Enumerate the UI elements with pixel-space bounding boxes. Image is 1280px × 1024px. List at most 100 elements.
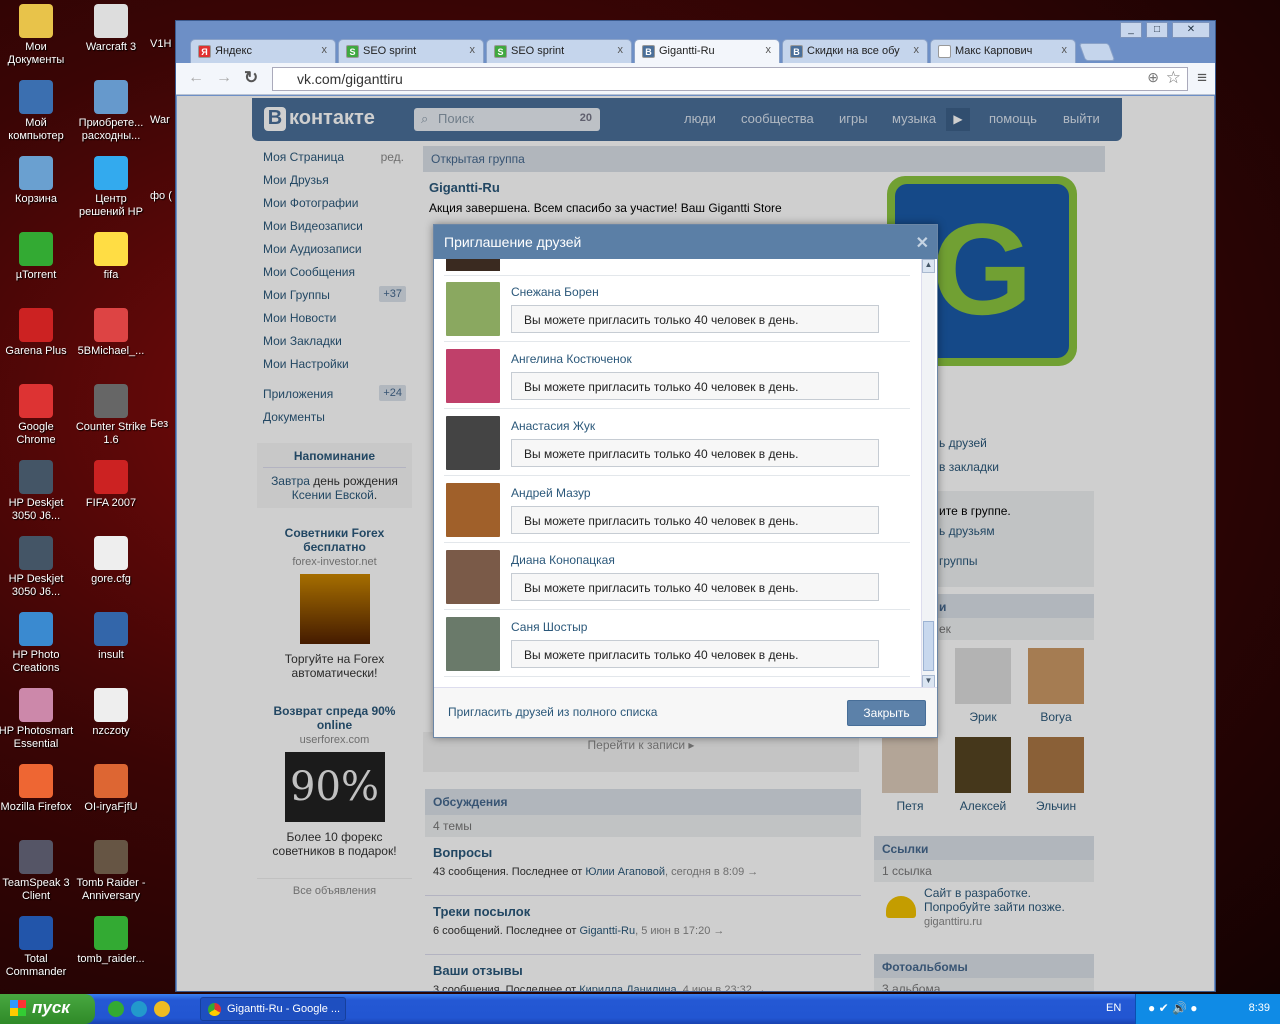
- app-icon: [19, 4, 53, 38]
- friend-name[interactable]: Ангелина Костюченок: [511, 352, 632, 366]
- tab-label: Gigantti-Ru: [659, 45, 715, 57]
- dialog-title: Приглашение друзей: [444, 234, 582, 250]
- app-icon: [94, 460, 128, 494]
- close-tab-icon[interactable]: x: [322, 44, 328, 56]
- app-icon: [94, 536, 128, 570]
- friend-name[interactable]: Саня Шостыр: [511, 620, 587, 634]
- url-text: vk.com/giganttiru: [297, 71, 403, 87]
- desktop-icon-label: Мой компьютер: [8, 117, 64, 142]
- k-quicklaunch-icon[interactable]: [131, 1001, 147, 1017]
- app-icon: [94, 840, 128, 874]
- app-icon: [19, 80, 53, 114]
- app-icon: [19, 536, 53, 570]
- desktop-icon[interactable]: Mozilla Firefox: [0, 764, 74, 814]
- desktop-icon[interactable]: Tomb Raider - Anniversary: [73, 840, 149, 903]
- desktop-icon[interactable]: OI-iryaFjfU: [73, 764, 149, 814]
- tray-icons[interactable]: ● ✔ 🔊 ●: [1148, 1001, 1198, 1015]
- zoom-icon[interactable]: ⊕: [1147, 69, 1159, 86]
- start-button[interactable]: пуск: [0, 994, 95, 1024]
- desktop-icon[interactable]: insult: [73, 612, 149, 662]
- desktop-icon-label: 5BMichael_...: [77, 345, 145, 357]
- desktop-icon[interactable]: TeamSpeak 3 Client: [0, 840, 74, 903]
- friend-name[interactable]: Диана Конопацкая: [511, 553, 615, 567]
- desktop-icon[interactable]: µTorrent: [0, 232, 74, 282]
- browser-tab[interactable]: B Скидки на все обу x: [782, 39, 928, 63]
- invite-limit-message: Вы можете пригласить только 40 человек в…: [511, 640, 879, 668]
- desktop-icon[interactable]: fifa: [73, 232, 149, 282]
- browser-tab[interactable]: B Gigantti-Ru x: [634, 39, 780, 63]
- close-icon[interactable]: ✕: [916, 233, 929, 253]
- desktop-icon[interactable]: nzczoty: [73, 688, 149, 738]
- clock: 8:39: [1248, 1002, 1270, 1014]
- star-icon[interactable]: ☆: [1166, 68, 1181, 88]
- minimize-button[interactable]: _: [1120, 22, 1142, 38]
- friend-avatar[interactable]: [446, 349, 500, 403]
- menu-icon[interactable]: ≡: [1197, 68, 1207, 88]
- desktop-icon[interactable]: HP Deskjet 3050 J6...: [0, 536, 74, 599]
- taskbar-item-chrome[interactable]: Gigantti-Ru - Google ...: [200, 997, 346, 1021]
- desktop-icon-label: Центр решений HP: [79, 193, 143, 218]
- scroll-thumb[interactable]: [923, 621, 934, 671]
- desktop-icon[interactable]: tomb_raider...: [73, 916, 149, 966]
- friend-avatar[interactable]: [446, 550, 500, 604]
- address-bar[interactable]: vk.com/giganttiru ☆ ⊕: [272, 67, 1188, 91]
- close-tab-icon[interactable]: x: [470, 44, 476, 56]
- browser-tab[interactable]: S SEO sprint x: [486, 39, 632, 63]
- app-icon: [19, 232, 53, 266]
- close-window-button[interactable]: ✕: [1172, 22, 1210, 38]
- reload-icon[interactable]: ↻: [244, 68, 258, 88]
- browser-tab[interactable]: S SEO sprint x: [338, 39, 484, 63]
- desktop-icon[interactable]: 5BMichael_...: [73, 308, 149, 358]
- invite-limit-message: Вы можете пригласить только 40 человек в…: [511, 372, 879, 400]
- friend-avatar[interactable]: [446, 483, 500, 537]
- friend-avatar[interactable]: [446, 282, 500, 336]
- desktop-icon[interactable]: Центр решений HP: [73, 156, 149, 219]
- scrollbar[interactable]: ▲ ▼: [921, 259, 935, 689]
- friend-name[interactable]: Снежана Борен: [511, 285, 599, 299]
- new-tab-button[interactable]: [1078, 43, 1116, 61]
- friend-name[interactable]: Андрей Мазур: [511, 486, 591, 500]
- app-icon: [19, 840, 53, 874]
- friends-list: Снежана Борен Вы можете пригласить только…: [434, 259, 937, 689]
- desktop-icon[interactable]: FIFA 2007: [73, 460, 149, 510]
- desktop-icon[interactable]: Total Commander: [0, 916, 74, 979]
- desktop-icon[interactable]: Garena Plus: [0, 308, 74, 358]
- close-tab-icon[interactable]: x: [766, 44, 772, 56]
- friend-avatar[interactable]: [446, 617, 500, 671]
- close-tab-icon[interactable]: x: [618, 44, 624, 56]
- utorrent-quicklaunch-icon[interactable]: [108, 1001, 124, 1017]
- app-quicklaunch-icon[interactable]: [154, 1001, 170, 1017]
- browser-tab[interactable]: Я Яндекс x: [190, 39, 336, 63]
- desktop-icon[interactable]: HP Deskjet 3050 J6...: [0, 460, 74, 523]
- friend-name[interactable]: Анастасия Жук: [511, 419, 595, 433]
- desktop-icon[interactable]: gore.cfg: [73, 536, 149, 586]
- desktop-icon[interactable]: Warcraft 3: [73, 4, 149, 54]
- invite-full-list-link[interactable]: Пригласить друзей из полного списка: [448, 705, 657, 719]
- desktop-icon[interactable]: Google Chrome: [0, 384, 74, 447]
- browser-tab[interactable]: Макс Карпович x: [930, 39, 1076, 63]
- desktop-icon[interactable]: Мои Документы: [0, 4, 74, 67]
- scroll-up-icon[interactable]: ▲: [922, 259, 935, 273]
- desktop-icon[interactable]: Приобрете... расходны...: [73, 80, 149, 143]
- desktop-icon-label: Tomb Raider - Anniversary: [76, 877, 146, 902]
- close-button[interactable]: Закрыть: [847, 700, 926, 726]
- desktop-icon[interactable]: Мой компьютер: [0, 80, 74, 143]
- language-indicator[interactable]: EN: [1106, 1002, 1121, 1014]
- invite-limit-message: Вы можете пригласить только 40 человек в…: [511, 305, 879, 333]
- app-icon: [19, 612, 53, 646]
- desktop-icon-label: Google Chrome: [16, 421, 56, 446]
- desktop-icon[interactable]: Корзина: [0, 156, 74, 206]
- back-icon[interactable]: ←: [188, 69, 204, 87]
- close-tab-icon[interactable]: x: [1062, 44, 1068, 56]
- tab-label: SEO sprint: [511, 45, 565, 57]
- desktop-icon-label: Garena Plus: [5, 345, 67, 357]
- desktop-icon[interactable]: HP Photosmart Essential: [0, 688, 74, 751]
- app-icon: [94, 4, 128, 38]
- close-tab-icon[interactable]: x: [914, 44, 920, 56]
- friend-avatar[interactable]: [446, 416, 500, 470]
- desktop-icon[interactable]: Counter Strike 1.6: [73, 384, 149, 447]
- desktop-icon[interactable]: HP Photo Creations: [0, 612, 74, 675]
- forward-icon[interactable]: →: [216, 69, 232, 87]
- maximize-button[interactable]: □: [1146, 22, 1168, 38]
- taskbar: пуск Gigantti-Ru - Google ... EN ● ✔ 🔊 ●…: [0, 994, 1280, 1024]
